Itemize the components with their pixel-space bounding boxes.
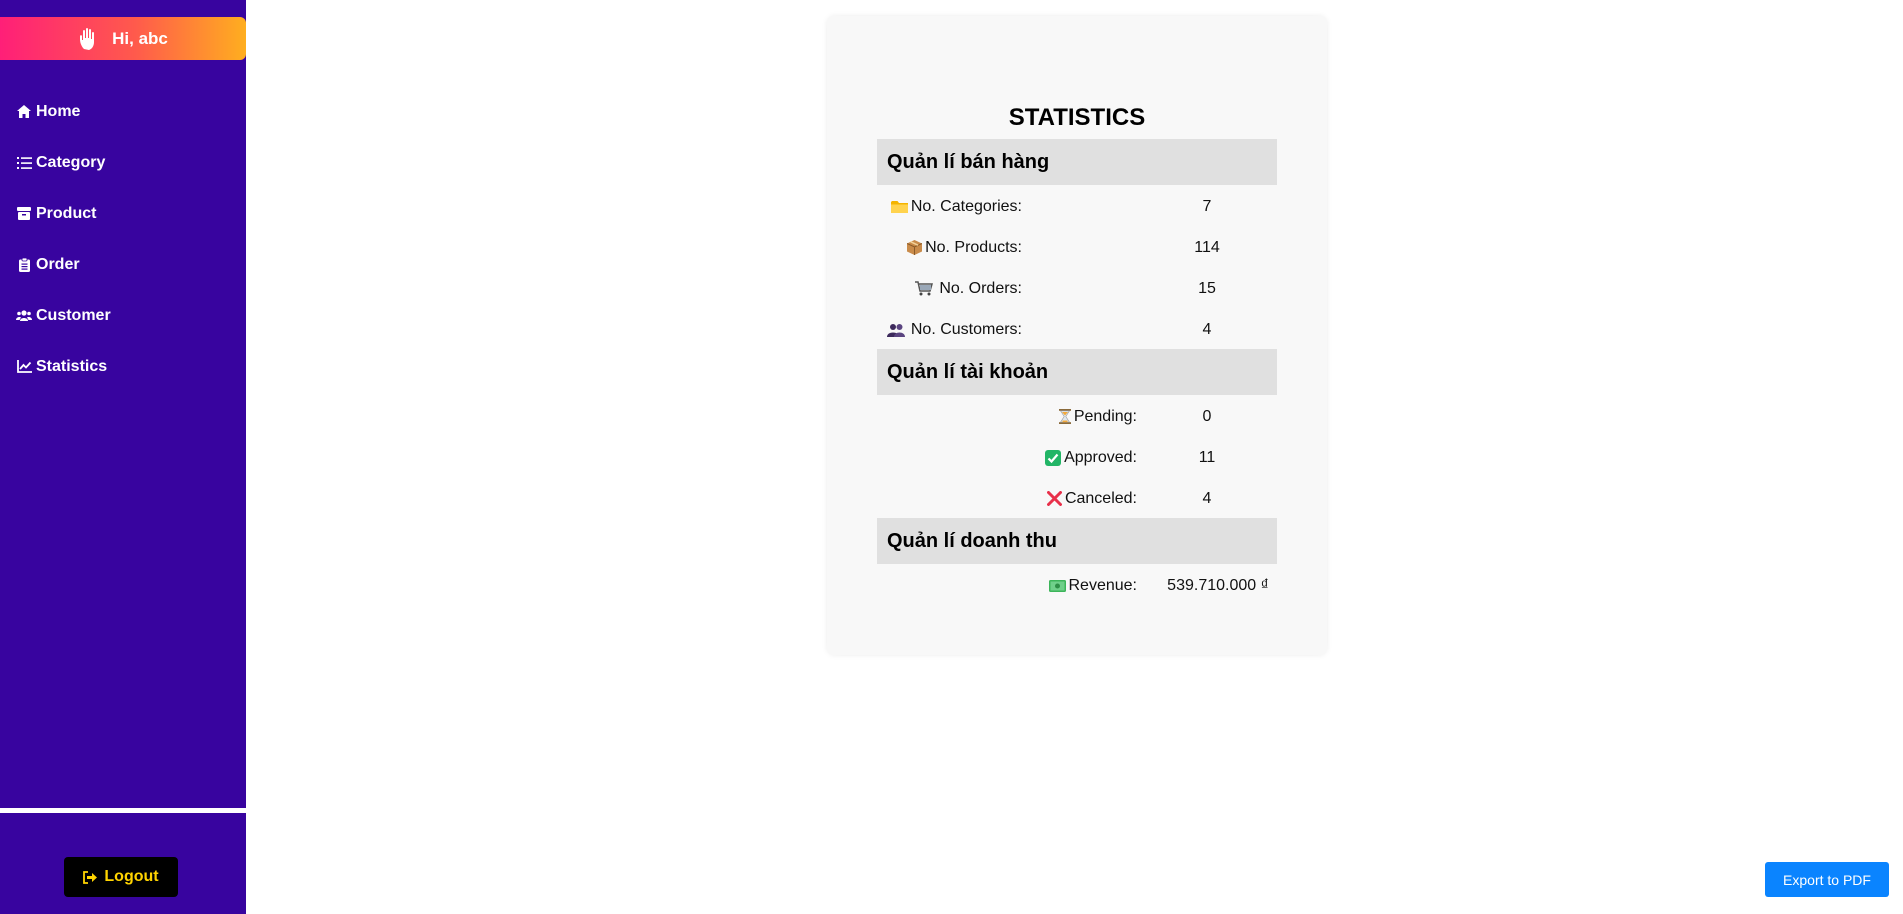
stat-row-approved: Approved: 11 [877,437,1277,478]
cross-icon [1046,491,1062,506]
section-heading-sales: Quản lí bán hàng [877,139,1277,185]
stat-label: No. Orders: [939,279,1022,297]
sidebar-item-label: Order [36,255,80,273]
stat-row-products: No. Products: 114 [877,227,1277,268]
stat-row-customers: No. Customers: 4 [877,309,1277,350]
stat-value: 4 [1202,489,1212,507]
people-icon [886,323,905,337]
statistics-card: STATISTICS Quản lí bán hàng No. Categori… [827,16,1327,655]
export-pdf-button[interactable]: Export to PDF [1765,862,1889,897]
sidebar-item-label: Statistics [36,357,108,375]
hourglass-icon [1058,409,1071,424]
sidebar-nav: Home Category Product Order Customer Sta… [0,86,246,392]
sidebar-item-product[interactable]: Product [0,188,246,239]
waving-hand-icon [78,27,100,51]
stat-label: Pending: [1073,407,1137,425]
clipboard-icon [16,257,32,273]
sidebar-item-home[interactable]: Home [0,86,246,137]
sidebar-item-label: Customer [36,306,111,324]
sidebar-item-category[interactable]: Category [0,137,246,188]
stat-value: 11 [1198,448,1216,466]
home-icon [16,104,32,120]
stat-row-revenue: Revenue: 539.710.000 ₫ [877,565,1277,606]
sidebar-item-customer[interactable]: Customer [0,290,246,341]
page-title: STATISTICS [1008,104,1146,131]
sidebar-item-order[interactable]: Order [0,239,246,290]
check-icon [1045,449,1062,466]
package-icon [907,240,923,255]
stat-label: No. Products: [925,238,1022,256]
section-heading-accounts: Quản lí tài khoản [877,349,1277,395]
sidebar: Hi, abc Home Category Product Order Cust… [0,0,246,914]
money-icon [1048,579,1066,592]
greeting-text: Hi, abc [112,28,168,48]
stat-label: Canceled: [1064,489,1137,507]
sidebar-item-statistics[interactable]: Statistics [0,341,246,392]
stat-value: 7 [1202,197,1212,215]
stat-value: 4 [1202,320,1212,338]
stat-value: 539.710.000 ₫ [1167,576,1269,594]
stat-label: Revenue: [1068,576,1138,594]
chart-line-icon [16,359,32,375]
stat-row-orders: No. Orders: 15 [877,268,1277,309]
sidebar-item-label: Category [36,153,106,171]
greeting-banner: Hi, abc [0,17,246,60]
stat-row-pending: Pending: 0 [877,396,1277,437]
sidebar-divider [0,808,246,813]
stat-row-canceled: Canceled: 4 [877,478,1277,519]
sidebar-item-label: Home [36,102,81,120]
stat-value: 114 [1194,238,1220,256]
stat-value: 0 [1202,407,1212,425]
stat-row-categories: No. Categories: 7 [877,186,1277,227]
list-icon [16,155,32,171]
sign-out-icon [83,870,98,884]
stat-label: No. Categories: [910,197,1022,215]
stat-value: 15 [1198,279,1216,297]
users-icon [16,308,32,324]
box-icon [16,206,32,222]
logout-button[interactable]: Logout [64,857,178,897]
stat-label: No. Customers: [910,320,1022,338]
logout-label: Logout [104,868,159,885]
cart-icon [915,281,934,296]
section-heading-revenue: Quản lí doanh thu [877,518,1277,564]
sidebar-item-label: Product [36,204,97,222]
stat-label: Approved: [1064,448,1137,466]
folder-icon [890,200,908,214]
